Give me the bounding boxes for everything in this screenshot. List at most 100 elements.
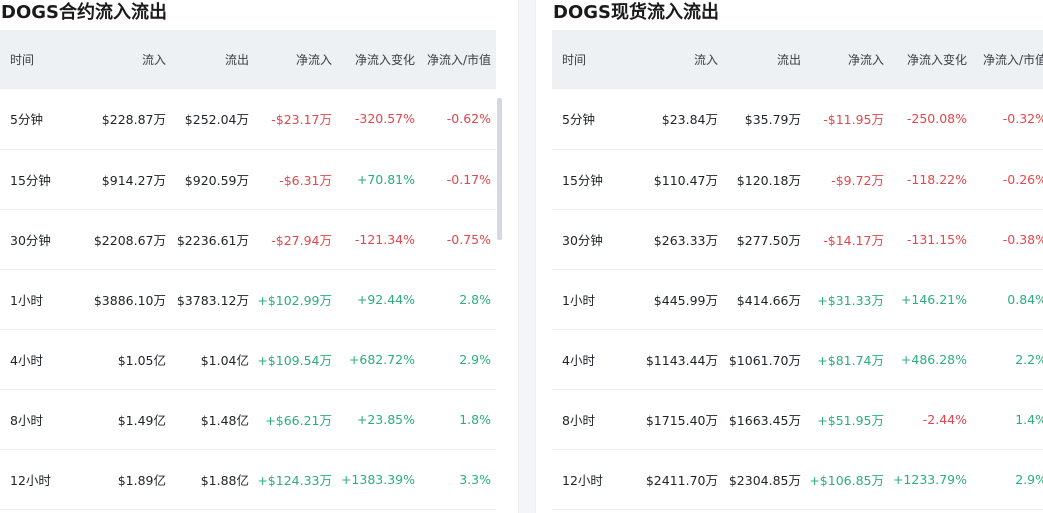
netflow-mcap-cell: 0.84% <box>1007 291 1043 307</box>
time-cell: 1小时 <box>562 292 595 308</box>
netflow-mcap-cell: -0.62% <box>446 111 491 127</box>
outflow-cell: $1061.70万 <box>728 352 801 368</box>
netflow-mcap-cell: 2.2% <box>1015 351 1043 367</box>
table-row: 1小时 $3886.10万 $3783.12万 +$102.99万 +92.44% 2.8… <box>0 269 496 329</box>
panel-divider <box>518 0 536 513</box>
table-row: 30分钟 $263.33万 $277.50万 -$14.17万 -131.15% -0.3… <box>552 209 1043 269</box>
netflow-change-cell: +92.44% <box>356 291 415 307</box>
table-row: 1小时 $445.99万 $414.66万 +$31.33万 +146.21% 0.84% <box>552 269 1043 329</box>
netflow-cell: +$106.85万 <box>809 472 884 488</box>
col-inflow-header: 流入 <box>141 53 166 67</box>
inflow-cell: $1.49亿 <box>117 412 166 428</box>
netflow-change-cell: -131.15% <box>906 231 967 247</box>
netflow-cell: +$109.54万 <box>257 352 332 368</box>
outflow-cell: $277.50万 <box>736 232 801 248</box>
netflow-change-cell: +146.21% <box>900 291 967 307</box>
inflow-cell: $2411.70万 <box>645 472 718 488</box>
contract-flow-table: 时间 流入 流出 净流入 净流入变化 净流入/市值 5分钟 $228.87万 $25… <box>0 30 496 510</box>
time-cell: 15分钟 <box>562 172 603 188</box>
col-time-header: 时间 <box>562 53 587 67</box>
outflow-cell: $1.04亿 <box>200 352 249 368</box>
netflow-mcap-cell: 2.8% <box>459 291 491 307</box>
outflow-cell: $120.18万 <box>736 172 801 188</box>
netflow-cell: +$102.99万 <box>257 292 332 308</box>
netflow-change-cell: -121.34% <box>354 231 415 247</box>
col-time-header: 时间 <box>10 53 35 67</box>
netflow-cell: +$81.74万 <box>817 352 884 368</box>
outflow-cell: $35.79万 <box>744 112 801 128</box>
flow-dashboard: DOGS合约流入流出 时间 流入 流出 净流入 净流入变化 净流入/市值 5分钟… <box>0 0 1043 513</box>
time-cell: 12小时 <box>562 472 603 488</box>
table-row: 8小时 $1.49亿 $1.48亿 +$66.21万 +23.85% 1.8% <box>0 389 496 449</box>
netflow-change-cell: +70.81% <box>356 171 415 187</box>
inflow-cell: $445.99万 <box>653 292 718 308</box>
netflow-mcap-cell: 2.9% <box>459 351 491 367</box>
table-row: 30分钟 $2208.67万 $2236.61万 -$27.94万 -121.34% -0… <box>0 209 496 269</box>
outflow-cell: $1663.45万 <box>728 412 801 428</box>
netflow-mcap-cell: -0.32% <box>1002 111 1043 127</box>
netflow-mcap-cell: -0.26% <box>1002 171 1043 187</box>
netflow-cell: +$66.21万 <box>265 412 332 428</box>
col-netflow-change-header: 净流入变化 <box>354 53 415 67</box>
table-header-row: 时间 流入 流出 净流入 净流入变化 净流入/市值 <box>0 30 496 89</box>
time-cell: 1小时 <box>10 292 43 308</box>
netflow-cell: -$6.31万 <box>279 172 332 188</box>
spot-flow-panel: DOGS现货流入流出 时间 流入 流出 净流入 净流入变化 净流入/市值 5分钟… <box>552 0 1043 513</box>
time-cell: 30分钟 <box>562 232 603 248</box>
netflow-cell: -$9.72万 <box>831 172 884 188</box>
netflow-change-cell: +486.28% <box>900 351 967 367</box>
spot-flow-title: DOGS现货流入流出 <box>553 2 719 23</box>
inflow-cell: $1715.40万 <box>645 412 718 428</box>
col-netflow-change-header: 净流入变化 <box>906 53 967 67</box>
table-row: 8小时 $1715.40万 $1663.45万 +$51.95万 -2.44% 1.4% <box>552 389 1043 449</box>
netflow-change-cell: -250.08% <box>906 111 967 127</box>
outflow-cell: $920.59万 <box>184 172 249 188</box>
netflow-change-cell: +23.85% <box>356 411 415 427</box>
netflow-mcap-cell: 1.4% <box>1015 411 1043 427</box>
netflow-mcap-cell: -0.38% <box>1002 231 1043 247</box>
scrollbar-thumb[interactable] <box>497 98 502 240</box>
netflow-change-cell: +1383.39% <box>340 471 415 487</box>
table-row: 4小时 $1.05亿 $1.04亿 +$109.54万 +682.72% 2.9% <box>0 329 496 389</box>
table-row: 12小时 $2411.70万 $2304.85万 +$106.85万 +1233.79%… <box>552 449 1043 509</box>
netflow-change-cell: -118.22% <box>906 171 967 187</box>
netflow-mcap-cell: 1.8% <box>459 411 491 427</box>
inflow-cell: $1.05亿 <box>117 352 166 368</box>
contract-flow-body: 5分钟 $228.87万 $252.04万 -$23.17万 -320.57% -0.62… <box>0 89 496 509</box>
outflow-cell: $414.66万 <box>736 292 801 308</box>
table-row: 15分钟 $914.27万 $920.59万 -$6.31万 +70.81% -0.17% <box>0 149 496 209</box>
time-cell: 30分钟 <box>10 232 51 248</box>
time-cell: 5分钟 <box>562 112 595 128</box>
col-inflow-header: 流入 <box>693 53 718 67</box>
inflow-cell: $23.84万 <box>661 112 718 128</box>
netflow-change-cell: -320.57% <box>354 111 415 127</box>
spot-flow-table: 时间 流入 流出 净流入 净流入变化 净流入/市值 5分钟 $23.84万 $35.… <box>552 30 1043 510</box>
table-row: 12小时 $1.89亿 $1.88亿 +$124.33万 +1383.39% 3.3% <box>0 449 496 509</box>
outflow-cell: $252.04万 <box>184 112 249 128</box>
time-cell: 8小时 <box>562 412 595 428</box>
outflow-cell: $3783.12万 <box>176 292 249 308</box>
netflow-mcap-cell: -0.75% <box>446 231 491 247</box>
inflow-cell: $228.87万 <box>101 112 166 128</box>
time-cell: 12小时 <box>10 472 51 488</box>
col-netflow-header: 净流入 <box>295 53 332 67</box>
table-header-row: 时间 流入 流出 净流入 净流入变化 净流入/市值 <box>552 30 1043 89</box>
col-netflow-mcap-header: 净流入/市值 <box>982 53 1043 67</box>
inflow-cell: $110.47万 <box>653 172 718 188</box>
outflow-cell: $1.88亿 <box>200 472 249 488</box>
netflow-mcap-cell: 3.3% <box>459 471 491 487</box>
contract-flow-title: DOGS合约流入流出 <box>1 2 167 23</box>
netflow-cell: -$14.17万 <box>823 232 884 248</box>
inflow-cell: $1.89亿 <box>117 472 166 488</box>
col-outflow-header: 流出 <box>776 53 801 67</box>
table-row: 5分钟 $228.87万 $252.04万 -$23.17万 -320.57% -0.62… <box>0 89 496 149</box>
inflow-cell: $3886.10万 <box>93 292 166 308</box>
contract-flow-panel: DOGS合约流入流出 时间 流入 流出 净流入 净流入变化 净流入/市值 5分钟… <box>0 0 502 513</box>
time-cell: 15分钟 <box>10 172 51 188</box>
netflow-cell: -$27.94万 <box>271 232 332 248</box>
inflow-cell: $263.33万 <box>653 232 718 248</box>
netflow-cell: -$11.95万 <box>823 112 884 128</box>
netflow-change-cell: -2.44% <box>922 411 967 427</box>
netflow-change-cell: +1233.79% <box>892 471 967 487</box>
time-cell: 4小时 <box>10 352 43 368</box>
